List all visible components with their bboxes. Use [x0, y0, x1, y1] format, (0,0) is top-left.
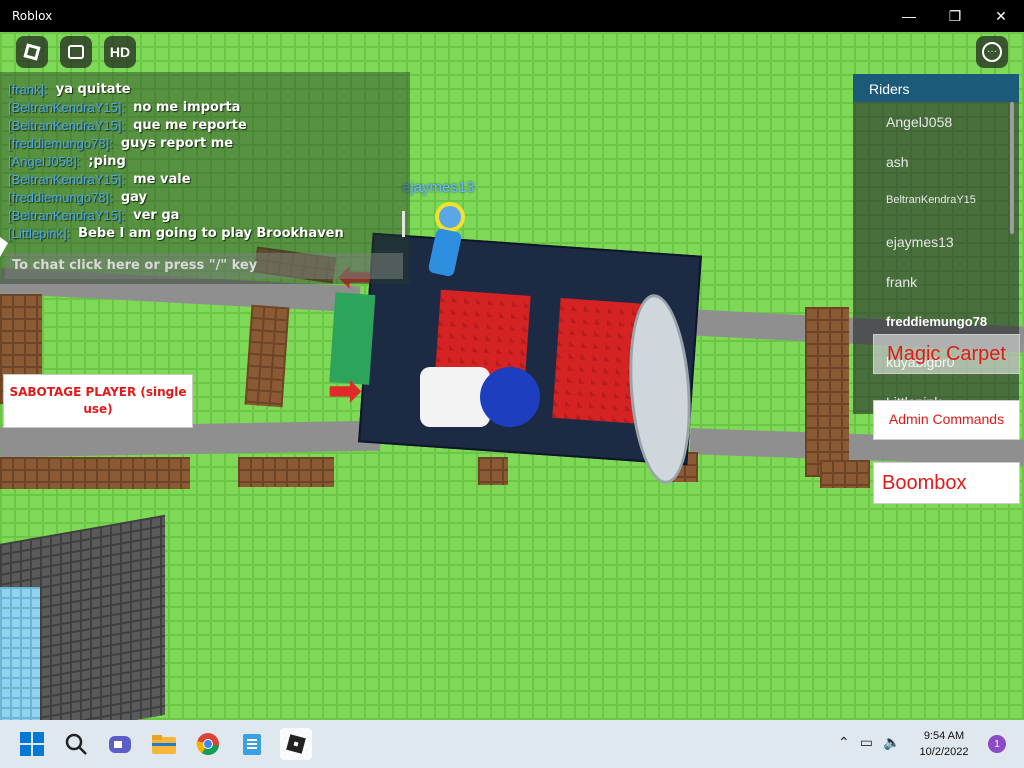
avatar-head	[435, 202, 465, 232]
window-title: Roblox	[12, 9, 53, 23]
rider-item[interactable]: ash	[853, 142, 1019, 182]
volume-icon[interactable]: 🔈	[883, 734, 900, 751]
track-plank	[478, 457, 508, 485]
other-player-avatar	[427, 200, 470, 280]
chat-message-author[interactable]: BeltranKendraY15	[8, 208, 125, 223]
chat-message-author[interactable]: BeltranKendraY15	[8, 172, 125, 187]
teams-chat-button[interactable]	[104, 728, 136, 760]
chat-message-author[interactable]: freddiemungo78	[8, 136, 113, 151]
chat-message: BeltranKendraY15 ver ga	[0, 206, 410, 224]
windows-taskbar: ⌃ ▭ 🔈 9:54 AM 10/2/2022 1	[0, 720, 1024, 768]
player-avatar	[420, 357, 550, 437]
chat-input[interactable]: To chat click here or press "/" key	[5, 253, 403, 279]
mouse-cursor-icon	[0, 237, 8, 257]
chat-message: freddiemungo78 gay	[0, 188, 410, 206]
magic-carpet-label: Magic Carpet	[887, 342, 1006, 365]
riders-scrollbar[interactable]	[1010, 102, 1014, 234]
window-titlebar: Roblox — ❐ ✕	[0, 0, 1024, 32]
chat-message-text: guys report me	[120, 135, 234, 151]
chat-message-author[interactable]: Littlepink	[8, 226, 70, 241]
sabotage-player-button[interactable]: SABOTAGE PLAYER (single use)	[3, 374, 193, 428]
track-plank	[805, 307, 849, 477]
boombox-button[interactable]: Boombox	[873, 462, 1020, 504]
network-icon[interactable]: ▭	[860, 734, 873, 751]
track-plank	[0, 457, 190, 489]
clock-date: 10/2/2022	[919, 746, 969, 758]
chat-message-text: ;ping	[88, 153, 126, 169]
chat-icon	[68, 45, 84, 59]
rider-item[interactable]: BeltranKendraY15	[853, 182, 1019, 222]
chat-message-list: frank ya quitate BeltranKendraY15 no me imp…	[0, 80, 410, 242]
more-icon: ···	[982, 42, 1002, 62]
chat-message-author[interactable]: AngelJ058	[8, 154, 80, 169]
roblox-logo-icon	[23, 43, 41, 61]
video-chat-icon	[109, 736, 131, 753]
roblox-taskbar-button[interactable]	[280, 728, 312, 760]
riders-list: AngelJ058 ash BeltranKendraY15 ejaymes13 fra…	[853, 102, 1019, 422]
close-button[interactable]: ✕	[978, 0, 1024, 32]
chat-message-text: ya quitate	[55, 81, 131, 97]
folder-icon	[152, 735, 176, 754]
file-explorer-button[interactable]	[148, 728, 180, 760]
admin-commands-button[interactable]: Admin Commands	[873, 400, 1020, 440]
chat-message-author[interactable]: BeltranKendraY15	[8, 100, 125, 115]
chat-message-author[interactable]: freddiemungo78	[8, 190, 113, 205]
maximize-button[interactable]: ❐	[932, 0, 978, 32]
blue-building	[0, 587, 40, 720]
search-button[interactable]	[60, 728, 92, 760]
rider-item[interactable]: frank	[853, 262, 1019, 302]
notepad-icon	[243, 734, 261, 755]
chat-partial-line	[0, 72, 410, 80]
chat-message: freddiemungo78 guys report me	[0, 134, 410, 152]
chat-message-text: Bebe I am going to play Brookhaven	[78, 225, 344, 241]
chat-message: AngelJ058 ;ping	[0, 152, 410, 170]
hd-button[interactable]: HD	[104, 36, 136, 68]
system-tray: ⌃ ▭ 🔈	[838, 734, 900, 751]
chat-toggle-button[interactable]	[60, 36, 92, 68]
chat-message-author[interactable]: frank	[8, 82, 48, 97]
player-nametag: ejaymes13	[402, 179, 475, 196]
rider-item[interactable]: ejaymes13	[853, 222, 1019, 262]
roblox-icon	[286, 734, 306, 754]
notepad-button[interactable]	[236, 728, 268, 760]
boombox-label: Boombox	[882, 471, 967, 494]
chat-message-text: que me reporte	[133, 117, 247, 133]
chat-message: frank ya quitate	[0, 80, 410, 98]
track-plank	[244, 304, 290, 408]
chat-message-author[interactable]: BeltranKendraY15	[8, 118, 125, 133]
avatar-body	[427, 227, 463, 278]
minimize-button[interactable]: —	[886, 0, 932, 32]
clock-time: 9:54 AM	[923, 730, 965, 742]
chat-message: Littlepink Bebe I am going to play Brookh…	[0, 224, 410, 242]
chat-message: BeltranKendraY15 me vale	[0, 170, 410, 188]
arrow-right-icon: ➡	[328, 369, 362, 413]
chrome-icon	[196, 733, 219, 755]
rider-item[interactable]: AngelJ058	[853, 102, 1019, 142]
search-icon	[65, 733, 87, 755]
track-plank	[820, 460, 870, 488]
chevron-up-icon[interactable]: ⌃	[838, 734, 850, 751]
chrome-button[interactable]	[192, 728, 224, 760]
roblox-menu-button[interactable]	[16, 36, 48, 68]
avatar-hair	[480, 367, 540, 427]
clock[interactable]: 9:54 AM 10/2/2022	[904, 728, 984, 760]
chat-message-text: no me importa	[133, 99, 241, 115]
chat-message-text: gay	[120, 189, 147, 205]
notification-badge[interactable]: 1	[988, 735, 1006, 753]
admin-commands-label: Admin Commands	[888, 411, 1005, 427]
magic-carpet-button[interactable]: Magic Carpet	[873, 334, 1020, 374]
chat-message-text: ver ga	[133, 207, 180, 223]
chat-message: BeltranKendraY15 que me reporte	[0, 116, 410, 134]
chat-scrollbar[interactable]	[402, 211, 405, 237]
riders-title: Riders	[853, 74, 1019, 102]
chat-message: BeltranKendraY15 no me importa	[0, 98, 410, 116]
chat-message-text: me vale	[133, 171, 191, 187]
more-options-button[interactable]: ···	[976, 36, 1008, 68]
track-plank	[238, 457, 334, 487]
windows-logo-icon	[20, 732, 44, 756]
start-button[interactable]	[16, 728, 48, 760]
sabotage-label: SABOTAGE PLAYER (single use)	[9, 385, 187, 416]
